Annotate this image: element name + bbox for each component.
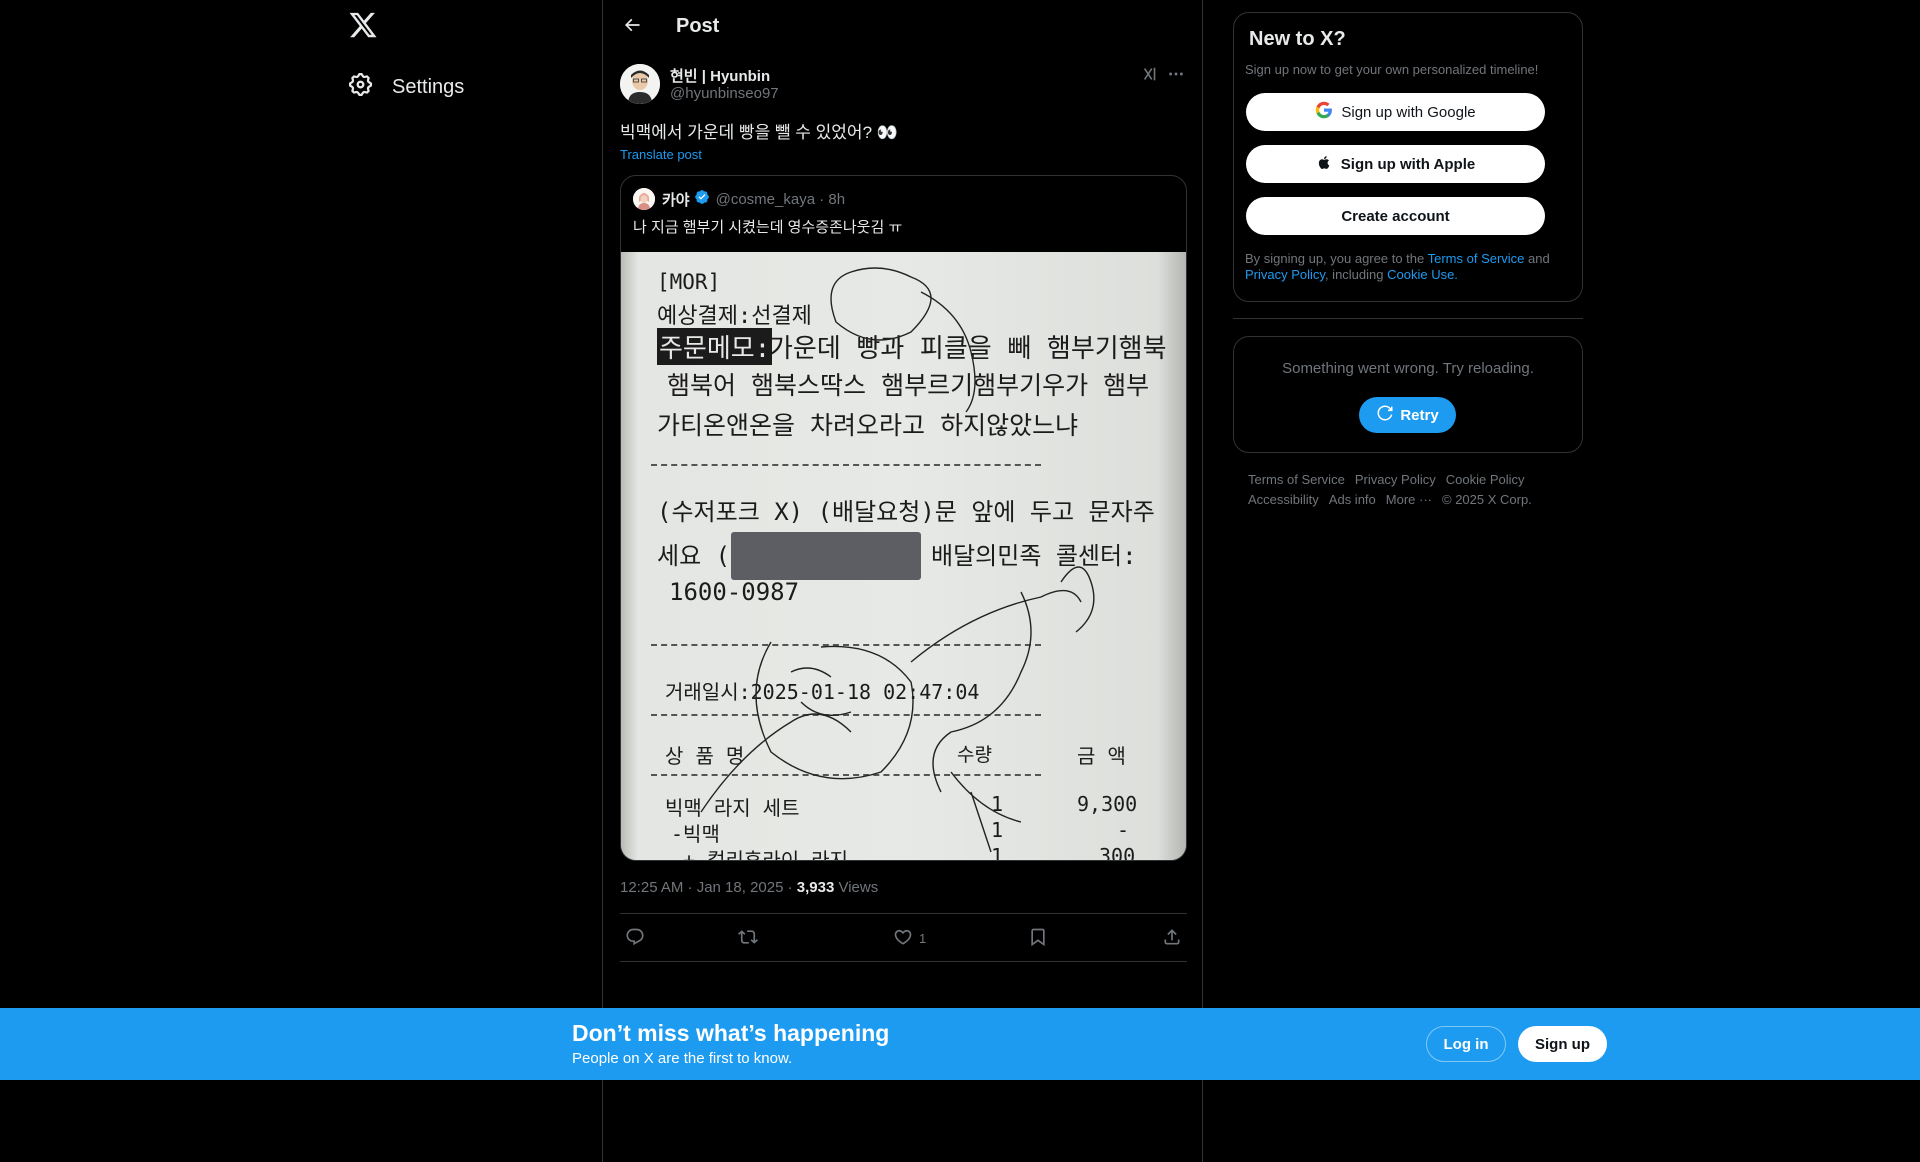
bookmark-icon	[1028, 927, 1048, 950]
footer-accessibility-link[interactable]: Accessibility	[1248, 492, 1319, 507]
left-nav: Settings	[345, 0, 600, 1162]
author-avatar[interactable]	[620, 64, 660, 104]
sidebar-divider	[1233, 318, 1583, 319]
views-count: 3,933	[796, 879, 835, 896]
footer-privacy-link[interactable]: Privacy Policy	[1355, 472, 1436, 487]
new-to-x-subtitle: Sign up now to get your own personalized…	[1245, 62, 1539, 77]
main-column: Post 현빈 | Hyunbin @hyunbinseo97 빅맥에서 가운데…	[602, 0, 1203, 1162]
error-message: Something went wrong. Try reloading.	[1282, 360, 1534, 377]
sign-up-apple-button[interactable]: Sign up with Apple	[1246, 145, 1545, 183]
post-header: Post	[603, 0, 1202, 53]
bookmark-button[interactable]	[1028, 926, 1048, 950]
repost-button[interactable]	[738, 926, 758, 950]
create-account-button[interactable]: Create account	[1246, 197, 1545, 235]
quote-avatar[interactable]	[633, 188, 655, 210]
quote-handle-time: @cosme_kaya · 8h	[715, 190, 846, 208]
heart-icon	[893, 927, 913, 950]
post-text: 빅맥에서 가운데 빵을 뺄 수 있었어? 👀	[620, 123, 898, 142]
nav-settings-label: Settings	[392, 75, 465, 98]
x-logo-icon[interactable]	[348, 10, 382, 44]
verified-badge-icon	[694, 189, 710, 210]
post-actions: 1	[620, 914, 1187, 962]
cookie-use-link[interactable]: Cookie Use.	[1387, 267, 1458, 282]
like-count: 1	[919, 930, 927, 946]
sign-up-button[interactable]: Sign up	[1518, 1026, 1607, 1062]
share-button[interactable]	[1162, 926, 1182, 950]
footer-links: Terms of Service Privacy Policy Cookie Pol…	[1248, 470, 1568, 510]
divider	[620, 961, 1187, 962]
new-to-x-title: New to X?	[1249, 28, 1346, 50]
quote-header: 카야 @cosme_kaya · 8h	[633, 188, 846, 210]
arrow-left-icon	[622, 15, 642, 40]
repost-icon	[738, 927, 758, 950]
legal-text-1: By signing up, you agree to the	[1245, 251, 1428, 266]
views-label: Views	[834, 879, 879, 896]
new-to-x-card: New to X? Sign up now to get your own pe…	[1233, 12, 1583, 302]
footer-more-link[interactable]: More ···	[1386, 492, 1432, 507]
google-icon	[1315, 101, 1333, 123]
footer-cookie-link[interactable]: Cookie Policy	[1446, 472, 1525, 487]
author-handle[interactable]: @hyunbinseo97	[670, 85, 779, 102]
reply-button[interactable]	[625, 926, 645, 950]
legal-text-2: and	[1524, 251, 1550, 266]
privacy-policy-link[interactable]: Privacy Policy	[1245, 267, 1325, 282]
gear-icon	[345, 71, 374, 104]
signup-banner: Don’t miss what’s happening People on X …	[0, 1008, 1920, 1080]
reply-icon	[625, 927, 645, 950]
refresh-icon	[1376, 404, 1394, 426]
more-options-icon[interactable]	[1167, 65, 1187, 85]
quoted-post[interactable]: 카야 @cosme_kaya · 8h 나 지금 햄부기 시켰는데 영수증존나웃…	[620, 175, 1187, 861]
banner-title: Don’t miss what’s happening	[572, 1020, 890, 1046]
nav-settings[interactable]: Settings	[345, 70, 464, 104]
receipt-paper: [MOR] 예상결제:선결제 주문메모: 가운데 빵과 피클을 빼 햄부기햄북 …	[621, 252, 1186, 860]
banner-subtitle: People on X are the first to know.	[572, 1050, 793, 1067]
footer-copyright: © 2025 X Corp.	[1442, 492, 1532, 507]
terms-of-service-link[interactable]: Terms of Service	[1428, 251, 1525, 266]
legal-text-3: , including	[1324, 267, 1388, 282]
author-name[interactable]: 현빈 | Hyunbin	[670, 65, 770, 86]
share-icon	[1162, 927, 1182, 950]
quote-author-name[interactable]: 카야	[662, 189, 690, 210]
create-account-label: Create account	[1341, 207, 1450, 225]
post-author: 현빈 | Hyunbin @hyunbinseo97	[620, 63, 1187, 107]
apple-icon	[1316, 154, 1333, 175]
sign-up-apple-label: Sign up with Apple	[1340, 155, 1476, 173]
retry-button[interactable]: Retry	[1359, 397, 1456, 433]
grok-icon[interactable]	[1141, 65, 1161, 85]
post-time[interactable]: 12:25 AM · Jan 18, 2025 ·	[620, 879, 797, 896]
footer-terms-link[interactable]: Terms of Service	[1248, 472, 1345, 487]
page-title: Post	[676, 15, 720, 37]
footer-ads-link[interactable]: Ads info	[1329, 492, 1376, 507]
quote-text: 나 지금 햄부기 시켰는데 영수증존나웃김 ㅠ	[633, 219, 903, 236]
sign-up-google-button[interactable]: Sign up with Google	[1246, 93, 1545, 131]
legal-text: By signing up, you agree to the Terms of…	[1245, 251, 1565, 283]
post-timestamp: 12:25 AM · Jan 18, 2025 · 3,933 Views	[620, 879, 878, 896]
error-card: Something went wrong. Try reloading. Ret…	[1233, 336, 1583, 453]
retry-label: Retry	[1400, 406, 1439, 424]
doodle-drawing	[700, 267, 1095, 853]
receipt-photo[interactable]: [MOR] 예상결제:선결제 주문메모: 가운데 빵과 피클을 빼 햄부기햄북 …	[621, 252, 1186, 860]
translate-link[interactable]: Translate post	[620, 147, 702, 162]
like-button[interactable]: 1	[893, 926, 926, 950]
log-in-button[interactable]: Log in	[1426, 1026, 1506, 1062]
back-button[interactable]	[619, 14, 645, 40]
sign-up-google-label: Sign up with Google	[1341, 103, 1476, 121]
